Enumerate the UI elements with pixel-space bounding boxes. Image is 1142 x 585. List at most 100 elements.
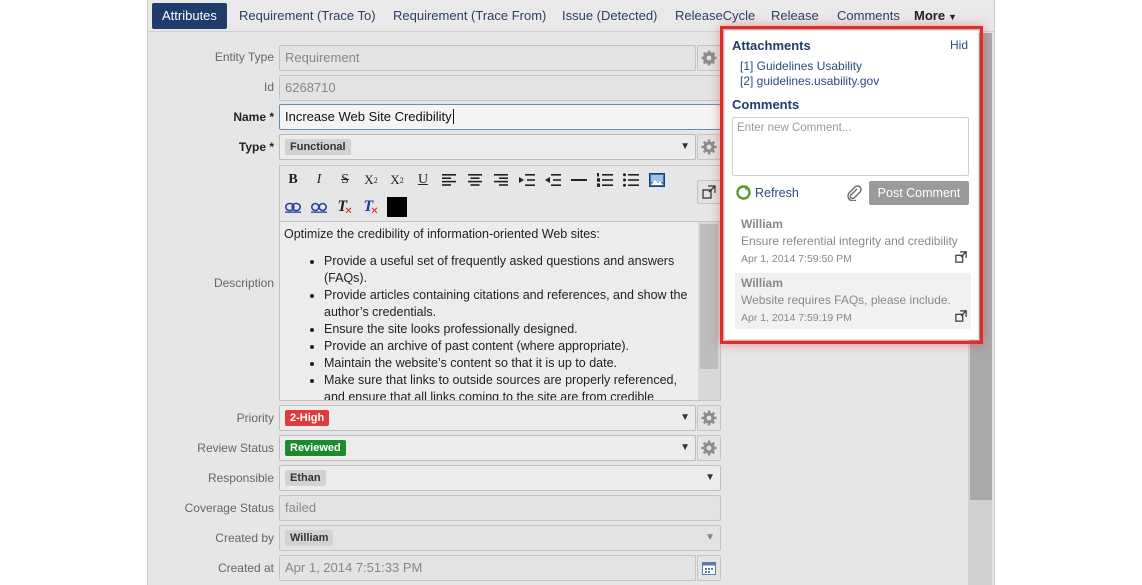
description-label: Description [213, 276, 274, 290]
align-left-button[interactable] [438, 169, 460, 191]
horizontal-rule-icon [571, 179, 587, 181]
align-right-icon [494, 174, 508, 186]
outdent-button[interactable] [542, 169, 564, 191]
date-picker-button[interactable] [697, 555, 721, 581]
tab-issue-detected[interactable]: Issue (Detected) [552, 3, 667, 29]
comment-time: Apr 1, 2014 7:59:19 PM [741, 312, 852, 324]
expand-icon[interactable] [955, 310, 967, 325]
coverage-status-label: Coverage Status [184, 501, 274, 515]
attachments-title: Attachments [732, 38, 811, 53]
align-left-icon [442, 174, 456, 186]
horizontal-rule-button[interactable] [568, 169, 590, 191]
bulleted-list-button[interactable] [620, 169, 642, 191]
comment-time: Apr 1, 2014 7:59:50 PM [741, 253, 852, 265]
gear-icon [701, 410, 717, 426]
tab-comments[interactable]: Comments [827, 3, 910, 29]
review-status-select[interactable]: Reviewed ▼ [279, 435, 696, 461]
image-icon [649, 173, 665, 187]
insert-link-button[interactable] [282, 196, 304, 218]
dropdown-arrow-icon: ▼ [680, 412, 690, 423]
tab-requirement-trace-from[interactable]: Requirement (Trace From) [383, 3, 556, 29]
more-menu[interactable]: More ▼ [904, 3, 967, 29]
description-scroll-thumb[interactable] [700, 224, 718, 369]
comment-item: William Ensure referential integrity and… [735, 214, 971, 270]
bold-button[interactable]: B [282, 169, 304, 191]
subscript-label: X [364, 172, 374, 187]
italic-button[interactable]: I [308, 169, 330, 191]
created-by-label: Created by [215, 531, 274, 545]
responsible-chip: Ethan [285, 470, 326, 486]
entity-type-field: Requirement [279, 45, 696, 71]
priority-label: Priority [236, 411, 274, 425]
dropdown-arrow-icon: ▼ [680, 442, 690, 453]
paperclip-icon[interactable] [846, 185, 862, 204]
superscript-label: X [390, 172, 400, 187]
type-settings[interactable] [697, 134, 721, 160]
type-select[interactable]: Functional ▼ [279, 134, 696, 160]
expand-editor-button[interactable] [697, 180, 721, 204]
outdent-icon [545, 174, 561, 186]
align-center-icon [468, 174, 482, 186]
post-comment-button[interactable]: Post Comment [869, 181, 969, 205]
attachment-link[interactable]: [1] Guidelines Usability [740, 59, 862, 73]
tab-bar: Attributes Requirement (Trace To) Requir… [148, 0, 994, 32]
name-input[interactable]: Increase Web Site Credibility [279, 104, 721, 130]
tab-release[interactable]: Release [761, 3, 829, 29]
underline-button[interactable]: U [412, 169, 434, 191]
responsible-label: Responsible [207, 471, 274, 485]
description-editor[interactable]: Optimize the credibility of information-… [279, 221, 721, 401]
refresh-icon[interactable] [736, 185, 751, 203]
insert-image-button[interactable] [646, 169, 668, 191]
align-center-button[interactable] [464, 169, 486, 191]
type-label: Type * [238, 140, 274, 154]
remove-styles-button[interactable]: T ✕ [360, 196, 382, 218]
review-status-settings[interactable] [697, 435, 721, 461]
description-scrollbar[interactable] [698, 222, 720, 400]
tab-attributes[interactable]: Attributes [152, 3, 227, 29]
numbered-list-button[interactable] [594, 169, 616, 191]
expand-icon[interactable] [955, 251, 967, 266]
description-bullet: Provide a useful set of frequently asked… [324, 253, 696, 287]
created-by-field: William ▼ [279, 525, 721, 551]
description-bullet: Provide an archive of past content (wher… [324, 338, 696, 355]
gear-icon [701, 440, 717, 456]
unlink-button[interactable] [308, 196, 330, 218]
gear-icon [701, 139, 717, 155]
red-x-icon: ✕ [370, 206, 379, 217]
subscript-button[interactable]: X2 [360, 169, 382, 191]
dropdown-arrow-icon: ▼ [705, 532, 715, 543]
priority-select[interactable]: 2-High ▼ [279, 405, 696, 431]
strikethrough-button[interactable]: S [334, 169, 356, 191]
expand-icon [702, 185, 716, 199]
link-icon [285, 202, 301, 213]
responsible-select[interactable]: Ethan ▼ [279, 465, 721, 491]
align-right-button[interactable] [490, 169, 512, 191]
description-bullet: Make sure that links to outside sources … [324, 372, 696, 400]
name-label: Name * [233, 110, 274, 124]
rich-text-toolbar: B I S X2 X2 U T ✕ T ✕ [279, 165, 721, 221]
comment-input[interactable]: Enter new Comment... [732, 117, 969, 176]
dropdown-arrow-icon: ▼ [705, 472, 715, 483]
description-intro: Optimize the credibility of information-… [284, 227, 600, 241]
refresh-button[interactable]: Refresh [755, 186, 799, 200]
comment-text: Website requires FAQs, please include. [741, 293, 951, 307]
attachment-link[interactable]: [2] guidelines.usability.gov [740, 74, 879, 88]
description-bullet: Maintain the website’s content so that i… [324, 355, 696, 372]
remove-format-button[interactable]: T ✕ [334, 196, 356, 218]
description-bullet: Provide articles containing citations an… [324, 287, 696, 321]
indent-button[interactable] [516, 169, 538, 191]
dropdown-arrow-icon: ▼ [680, 141, 690, 152]
description-bullet: Ensure the site looks professionally des… [324, 321, 696, 338]
superscript-button[interactable]: X2 [386, 169, 408, 191]
hide-link[interactable]: Hid [950, 38, 968, 52]
coverage-status-field: failed [279, 495, 721, 521]
comment-author: William [741, 217, 783, 231]
review-status-chip: Reviewed [285, 440, 346, 456]
calendar-icon [702, 562, 716, 575]
entity-type-settings[interactable] [697, 45, 721, 71]
text-color-button[interactable] [386, 196, 408, 218]
priority-settings[interactable] [697, 405, 721, 431]
tab-releasecycle[interactable]: ReleaseCycle [665, 3, 765, 29]
subscript-mark: 2 [373, 175, 378, 185]
tab-requirement-trace-to[interactable]: Requirement (Trace To) [229, 3, 386, 29]
